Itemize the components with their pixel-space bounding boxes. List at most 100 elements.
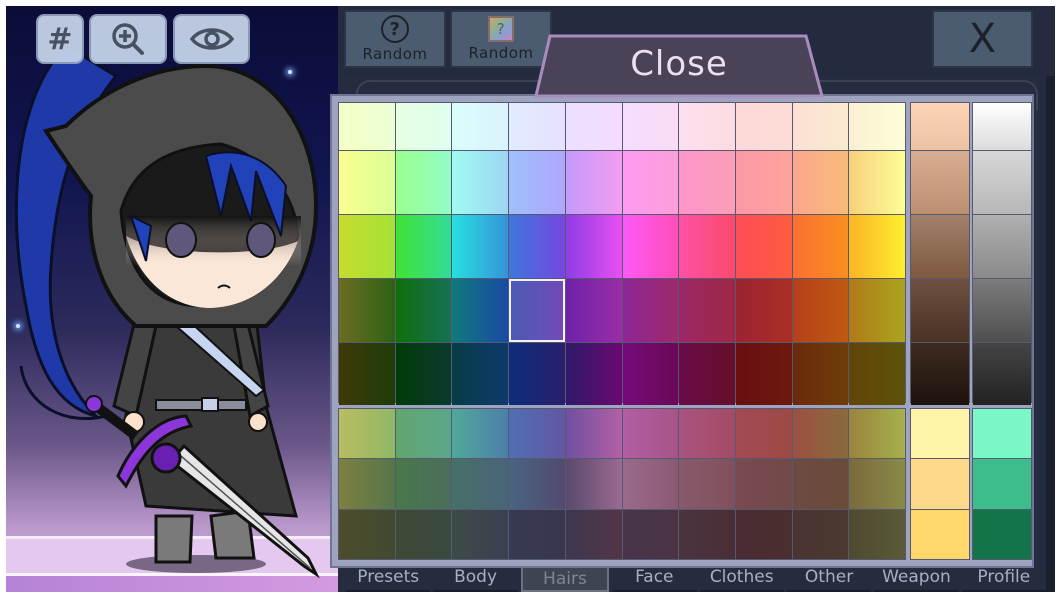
color-swatch[interactable] (792, 279, 849, 342)
color-swatch[interactable] (679, 103, 735, 150)
color-swatch[interactable] (339, 151, 395, 214)
color-swatch[interactable] (792, 103, 849, 150)
color-swatch[interactable] (792, 459, 849, 509)
color-swatch[interactable] (792, 215, 849, 278)
tab-hairs[interactable]: Hairs (520, 566, 610, 592)
color-swatch[interactable] (849, 343, 905, 405)
color-swatch[interactable] (395, 215, 452, 278)
color-swatch[interactable] (622, 509, 679, 559)
gray-swatch[interactable] (973, 343, 1031, 405)
color-swatch[interactable] (679, 509, 735, 559)
yellow-swatch[interactable] (911, 459, 969, 509)
skin-swatch[interactable] (911, 103, 969, 150)
gray-swatch[interactable] (973, 279, 1031, 342)
color-swatch[interactable] (679, 409, 735, 459)
grid-toggle-button[interactable]: # (36, 14, 84, 64)
color-swatch[interactable] (452, 151, 509, 214)
color-swatch[interactable] (849, 509, 905, 559)
color-swatch[interactable] (849, 409, 905, 459)
color-swatch[interactable] (509, 343, 565, 405)
color-swatch[interactable] (622, 409, 679, 459)
green-swatch[interactable] (973, 509, 1031, 559)
color-swatch[interactable] (395, 509, 452, 559)
color-swatch[interactable] (849, 215, 905, 278)
color-swatch[interactable] (565, 509, 622, 559)
color-swatch[interactable] (679, 279, 735, 342)
green-swatch[interactable] (973, 409, 1031, 459)
color-swatch[interactable] (792, 509, 849, 559)
gray-swatch[interactable] (973, 215, 1031, 278)
tab-weapon[interactable]: Weapon (874, 566, 959, 592)
color-swatch[interactable] (849, 151, 905, 214)
color-swatch[interactable] (565, 409, 622, 459)
color-swatch[interactable] (509, 151, 565, 214)
color-swatch[interactable] (339, 509, 395, 559)
color-swatch[interactable] (565, 215, 622, 278)
color-swatch[interactable] (509, 509, 565, 559)
color-swatch[interactable] (339, 215, 395, 278)
color-swatch[interactable] (565, 343, 622, 405)
color-swatch[interactable] (339, 409, 395, 459)
color-swatch[interactable] (735, 459, 792, 509)
close-palette-button[interactable]: Close (534, 34, 824, 98)
color-swatch[interactable] (622, 343, 679, 405)
color-swatch[interactable] (735, 215, 792, 278)
color-swatch[interactable] (509, 103, 565, 150)
color-swatch[interactable] (792, 343, 849, 405)
color-swatch[interactable] (849, 459, 905, 509)
color-swatch[interactable] (792, 151, 849, 214)
color-swatch[interactable] (339, 279, 395, 342)
color-swatch[interactable] (339, 343, 395, 405)
yellow-swatch[interactable] (911, 509, 969, 559)
color-swatch[interactable] (452, 103, 509, 150)
color-swatch[interactable] (509, 409, 565, 459)
color-swatch[interactable] (735, 409, 792, 459)
color-swatch[interactable] (339, 103, 395, 150)
visibility-toggle-button[interactable] (173, 14, 250, 64)
color-swatch[interactable] (622, 279, 679, 342)
zoom-button[interactable] (89, 14, 167, 64)
gray-swatch[interactable] (973, 103, 1031, 150)
tab-face[interactable]: Face (612, 566, 697, 592)
color-swatch[interactable] (735, 151, 792, 214)
color-swatch[interactable] (452, 215, 509, 278)
tab-clothes[interactable]: Clothes (699, 566, 784, 592)
color-swatch[interactable] (735, 279, 792, 342)
color-swatch[interactable] (395, 103, 452, 150)
color-swatch[interactable] (339, 459, 395, 509)
tab-other[interactable]: Other (786, 566, 872, 592)
character-figure[interactable] (6, 6, 338, 592)
color-swatch[interactable] (395, 459, 452, 509)
color-swatch[interactable] (735, 509, 792, 559)
color-swatch[interactable] (452, 509, 509, 559)
color-swatch[interactable] (395, 343, 452, 405)
color-swatch[interactable] (565, 459, 622, 509)
color-swatch[interactable] (849, 279, 905, 342)
color-swatch[interactable] (792, 409, 849, 459)
green-swatch[interactable] (973, 459, 1031, 509)
color-swatch[interactable] (679, 215, 735, 278)
color-swatch[interactable] (565, 151, 622, 214)
color-swatch[interactable] (622, 103, 679, 150)
color-swatch[interactable] (452, 279, 509, 342)
color-swatch[interactable] (395, 279, 452, 342)
skin-swatch[interactable] (911, 343, 969, 405)
tab-body[interactable]: Body (433, 566, 518, 592)
skin-swatch[interactable] (911, 279, 969, 342)
color-swatch[interactable] (452, 343, 509, 405)
color-swatch[interactable] (735, 103, 792, 150)
random-button[interactable]: ? Random (344, 10, 446, 68)
color-swatch[interactable] (622, 151, 679, 214)
color-swatch[interactable] (679, 343, 735, 405)
tab-presets[interactable]: Presets (346, 566, 431, 592)
skin-swatch[interactable] (911, 151, 969, 214)
color-swatch[interactable] (679, 151, 735, 214)
color-swatch[interactable] (622, 215, 679, 278)
yellow-swatch[interactable] (911, 409, 969, 459)
color-swatch[interactable] (452, 409, 509, 459)
color-swatch[interactable] (849, 103, 905, 150)
color-swatch[interactable] (679, 459, 735, 509)
gray-swatch[interactable] (973, 151, 1031, 214)
color-swatch[interactable] (509, 215, 565, 278)
color-swatch[interactable] (452, 459, 509, 509)
